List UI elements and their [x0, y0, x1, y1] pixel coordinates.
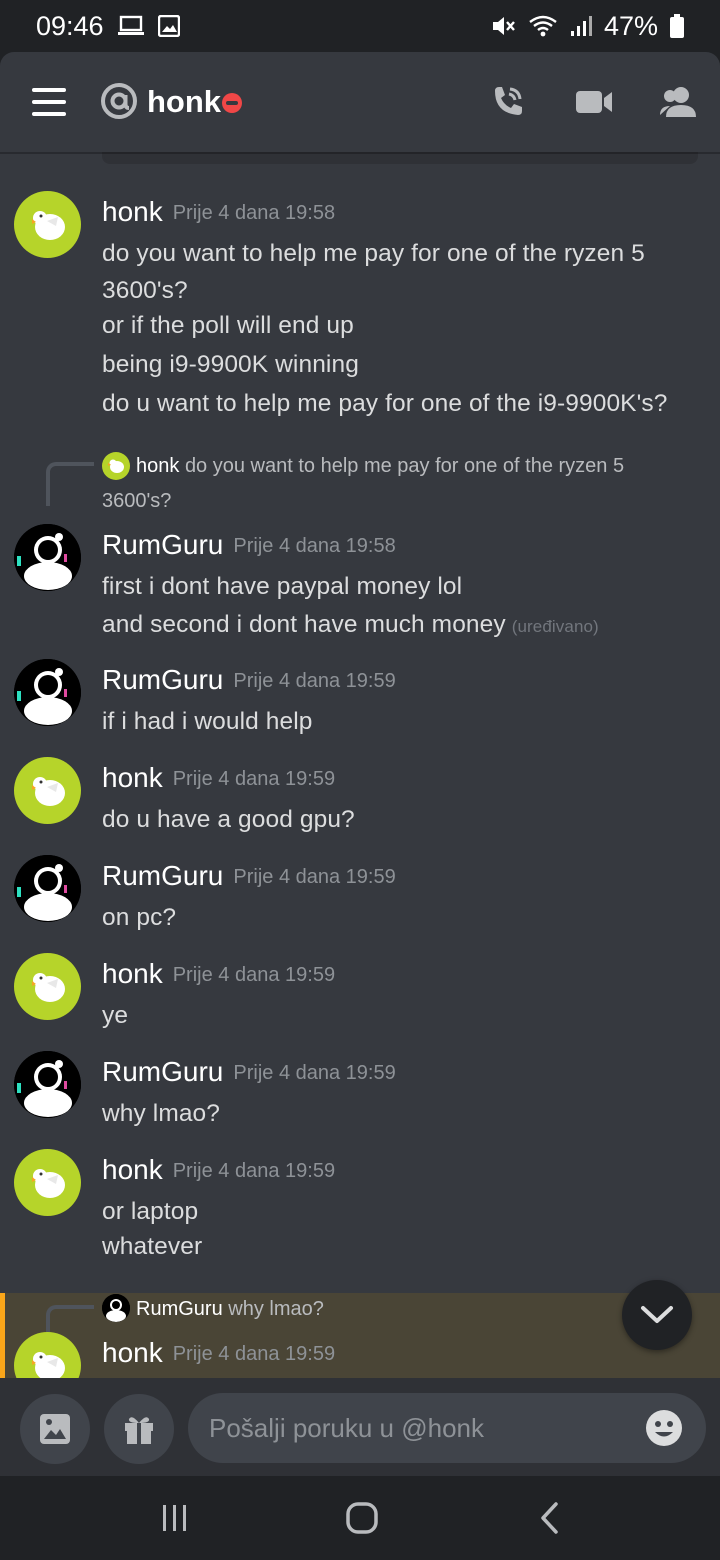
battery-percent: 47% — [603, 10, 658, 41]
avatar[interactable] — [14, 524, 81, 591]
message-timestamp: Prije 4 dana 19:58 — [233, 535, 396, 557]
message-author[interactable]: honk Prije 4 dana 19:59 — [102, 762, 335, 794]
battery-icon — [670, 14, 684, 38]
reply-preview-text: 3600's? — [102, 490, 172, 512]
message-text: do u want to help me pay for one of the … — [102, 390, 668, 417]
message-text: or laptop — [102, 1198, 199, 1225]
page-title: honk — [147, 84, 222, 119]
image-icon — [40, 1414, 70, 1444]
message-author[interactable]: honk Prije 4 dana 19:59 — [102, 958, 335, 990]
message-author[interactable]: honk Prije 4 dana 19:59 — [102, 1337, 335, 1369]
message-author[interactable]: RumGuru Prije 4 dana 19:59 — [102, 664, 396, 696]
reply-avatar — [102, 1294, 130, 1322]
message-author[interactable]: honk Prije 4 dana 19:58 — [102, 196, 335, 228]
message-timestamp: Prije 4 dana 19:59 — [233, 1062, 396, 1084]
reply-connector — [46, 462, 94, 506]
wifi-icon — [528, 14, 558, 38]
members-icon[interactable] — [656, 80, 700, 124]
message-input[interactable] — [188, 1393, 706, 1463]
image-icon — [157, 15, 180, 37]
message-timestamp: Prije 4 dana 19:59 — [233, 670, 396, 692]
reply-avatar — [102, 452, 130, 480]
message-composer — [0, 1378, 720, 1476]
chevron-down-icon — [641, 1306, 673, 1323]
embed-remnant — [102, 152, 698, 164]
avatar[interactable] — [14, 659, 81, 726]
message-text: if i had i would help — [102, 708, 313, 735]
system-nav-bar — [0, 1476, 720, 1560]
call-icon[interactable] — [486, 80, 530, 124]
message-timestamp: Prije 4 dana 19:59 — [172, 964, 336, 986]
message-text: on pc? — [102, 904, 177, 931]
message-text: do you want to help me pay for one of th… — [102, 240, 645, 267]
status-bar: 09:46 47% — [0, 0, 720, 52]
attach-image-button[interactable] — [20, 1394, 90, 1464]
recent-apps-icon[interactable] — [153, 1496, 197, 1540]
back-icon[interactable] — [528, 1496, 572, 1540]
message-text: first i dont have paypal money lol — [102, 573, 463, 600]
message-list[interactable]: honk Prije 4 dana 19:58 do you want to he… — [0, 152, 720, 1378]
gift-button[interactable] — [104, 1394, 174, 1464]
message-timestamp: Prije 4 dana 19:59 — [172, 1160, 336, 1182]
message-timestamp: Prije 4 dana 19:59 — [172, 1343, 336, 1365]
status-time: 09:46 — [36, 10, 104, 41]
avatar[interactable] — [14, 1149, 81, 1216]
message-text: whatever — [102, 1233, 203, 1260]
avatar[interactable] — [14, 855, 81, 922]
laptop-icon — [117, 15, 144, 37]
menu-icon[interactable] — [32, 88, 66, 116]
edited-tag: (uređivano) — [511, 617, 599, 636]
emoji-icon[interactable] — [644, 1408, 684, 1448]
message-text: ye — [102, 1002, 129, 1029]
message-author[interactable]: honk Prije 4 dana 19:59 — [102, 1154, 335, 1186]
channel-header: honk — [0, 52, 720, 152]
message-author[interactable]: RumGuru Prije 4 dana 19:59 — [102, 860, 396, 892]
signal-icon — [570, 14, 592, 38]
jump-to-latest-button[interactable] — [622, 1280, 692, 1350]
avatar[interactable] — [14, 191, 81, 258]
reply-preview[interactable]: RumGuru why lmao? — [136, 1298, 324, 1321]
message-text: why lmao? — [102, 1100, 221, 1127]
gift-icon — [125, 1417, 153, 1444]
video-icon[interactable] — [572, 80, 616, 124]
message-text: 3600's? — [102, 277, 188, 304]
message-author[interactable]: RumGuru Prije 4 dana 19:58 — [102, 529, 396, 561]
message-text: do u have a good gpu? — [102, 806, 355, 833]
reply-preview[interactable]: honk do you want to help me pay for one … — [136, 455, 624, 478]
message-timestamp: Prije 4 dana 19:59 — [172, 768, 336, 790]
dnd-status-icon — [222, 93, 242, 113]
message-text: being i9-9900K winning — [102, 351, 359, 378]
avatar[interactable] — [14, 953, 81, 1020]
avatar[interactable] — [14, 1051, 81, 1118]
home-icon[interactable] — [340, 1496, 384, 1540]
message-text: or if the poll will end up — [102, 312, 354, 339]
avatar[interactable] — [14, 757, 81, 824]
message-timestamp: Prije 4 dana 19:58 — [172, 202, 336, 224]
message-author[interactable]: RumGuru Prije 4 dana 19:59 — [102, 1056, 396, 1088]
mute-icon — [490, 14, 516, 38]
message-text: and second i dont have much money (uređiv… — [102, 611, 599, 638]
message-timestamp: Prije 4 dana 19:59 — [233, 866, 396, 888]
at-icon — [100, 82, 138, 125]
